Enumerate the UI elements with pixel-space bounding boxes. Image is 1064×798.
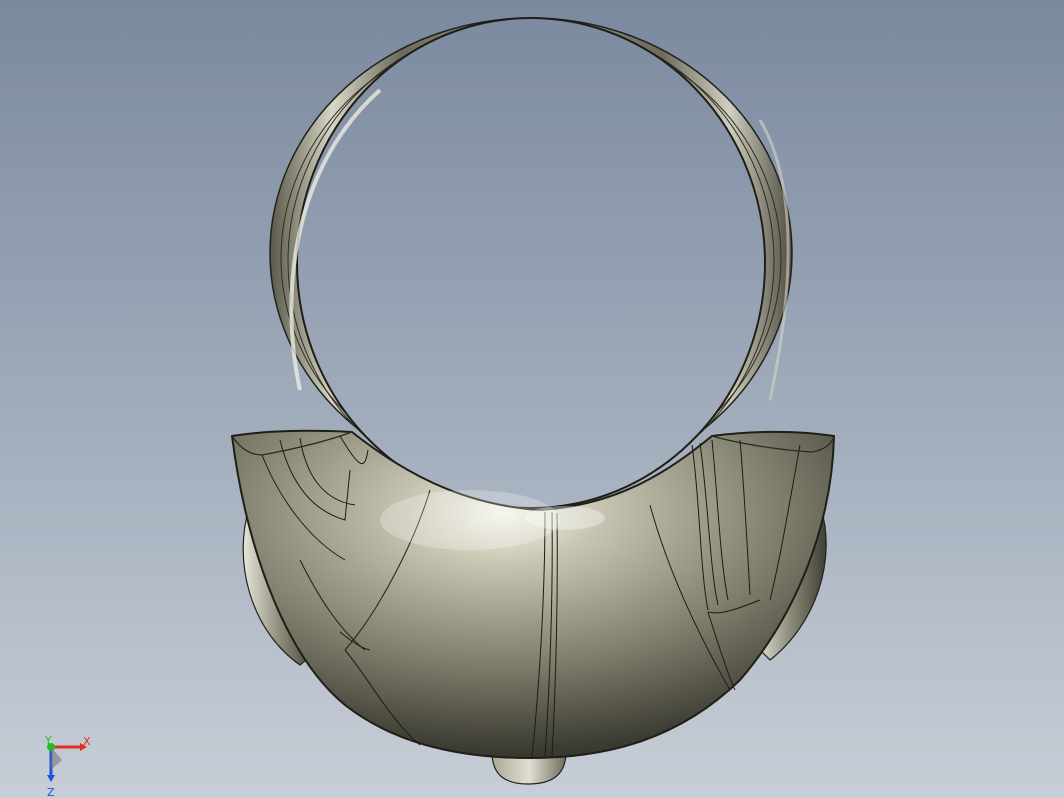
graphics-viewport[interactable]: X Y Z [0,0,1064,798]
model-canvas[interactable]: X Y Z [0,0,1064,798]
triad-y-label: Y [44,734,52,747]
triad-x-label: X [83,735,91,748]
pendant-specular-2 [525,506,605,530]
triad-z-label: Z [47,786,55,798]
